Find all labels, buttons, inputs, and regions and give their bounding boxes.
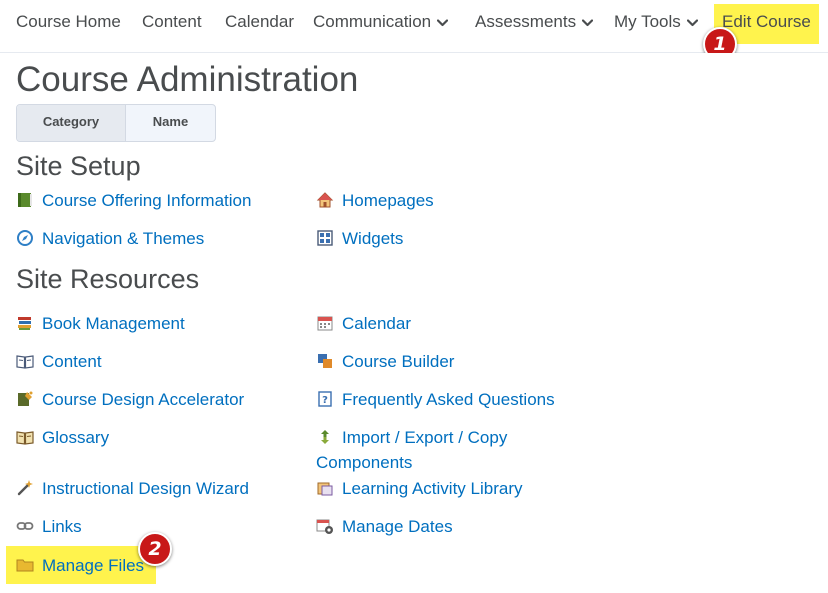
- link-import-export-copy[interactable]: Import / Export / Copy Components: [316, 425, 556, 475]
- link-homepages[interactable]: Homepages: [316, 188, 434, 213]
- nav-calendar[interactable]: Calendar: [225, 0, 294, 44]
- link-label: Frequently Asked Questions: [342, 390, 555, 409]
- link-glossary[interactable]: Glossary: [16, 425, 109, 450]
- link-manage-dates[interactable]: Manage Dates: [316, 514, 453, 539]
- link-book-management[interactable]: Book Management: [16, 311, 185, 336]
- nav-communication-label: Communication: [313, 12, 432, 31]
- step-badge-2-number: 2: [148, 538, 162, 560]
- link-manage-files[interactable]: Manage Files: [16, 553, 144, 578]
- folder-icon: [16, 559, 34, 572]
- link-label: Links: [42, 517, 82, 536]
- site-resources-heading: Site Resources: [16, 264, 200, 294]
- link-label: Instructional Design Wizard: [42, 479, 249, 498]
- nav-content-label: Content: [142, 12, 202, 31]
- link-label: Learning Activity Library: [342, 479, 523, 498]
- toggle-category-label: Category: [42, 114, 100, 129]
- wand-icon: [17, 480, 33, 496]
- link-course-offering-information[interactable]: Course Offering Information: [16, 188, 251, 213]
- chevron-down-icon: [686, 18, 698, 26]
- view-toggle: Category Name: [16, 104, 216, 142]
- widgets-grid-icon: [317, 230, 333, 246]
- link-links[interactable]: Links: [16, 514, 82, 539]
- nav-my-tools[interactable]: My Tools: [614, 0, 698, 44]
- manage-dates-icon: [316, 519, 333, 534]
- nav-content[interactable]: Content: [142, 0, 202, 44]
- link-label: Import / Export / Copy Components: [316, 428, 508, 472]
- nav-assessments[interactable]: Assessments: [475, 0, 594, 44]
- link-course-design-accelerator[interactable]: Course Design Accelerator: [16, 387, 244, 412]
- toggle-category-button[interactable]: Category: [17, 105, 126, 141]
- site-setup-heading: Site Setup: [16, 151, 141, 181]
- nav-my-tools-label: My Tools: [614, 12, 681, 31]
- link-label: Widgets: [342, 229, 404, 248]
- books-stack-icon: [18, 317, 31, 330]
- toggle-name-button[interactable]: Name: [126, 105, 215, 141]
- link-frequently-asked-questions[interactable]: ? Frequently Asked Questions: [316, 387, 555, 412]
- link-label: Navigation & Themes: [42, 229, 205, 248]
- house-icon: [316, 192, 334, 208]
- nav-course-home[interactable]: Course Home: [16, 0, 121, 44]
- link-navigation-themes[interactable]: Navigation & Themes: [16, 226, 204, 251]
- link-label: Manage Dates: [342, 517, 453, 536]
- nav-communication[interactable]: Communication: [313, 0, 449, 44]
- link-label: Calendar: [342, 314, 411, 333]
- link-course-builder[interactable]: Course Builder: [316, 349, 454, 374]
- faq-icon: ?: [318, 391, 332, 407]
- link-label: Content: [42, 352, 102, 371]
- svg-text:?: ?: [322, 395, 328, 406]
- page-title: Course Administration: [16, 60, 359, 99]
- calendar-icon: [317, 316, 333, 331]
- link-label: Course Offering Information: [42, 191, 252, 210]
- link-calendar[interactable]: Calendar: [316, 311, 411, 336]
- chevron-down-icon: [582, 18, 594, 26]
- import-export-icon: [321, 430, 329, 444]
- link-label: Manage Files: [42, 556, 145, 575]
- link-label: Book Management: [42, 314, 185, 333]
- nav-edit-course-label: Edit Course: [722, 12, 811, 31]
- nav-assessments-label: Assessments: [475, 12, 577, 31]
- nav-course-home-label: Course Home: [16, 12, 121, 31]
- link-widgets[interactable]: Widgets: [316, 226, 403, 251]
- glossary-icon: [16, 431, 34, 445]
- activity-library-icon: [317, 482, 333, 496]
- design-accelerator-icon: [18, 391, 33, 406]
- step-badge-2: 2: [138, 532, 172, 566]
- link-label: Course Design Accelerator: [42, 390, 245, 409]
- chain-link-icon: [16, 522, 34, 530]
- compass-icon: [17, 230, 33, 246]
- link-label: Glossary: [42, 428, 110, 447]
- open-book-icon: [16, 355, 34, 369]
- link-label: Course Builder: [342, 352, 455, 371]
- book-icon: [18, 193, 32, 207]
- link-instructional-design-wizard[interactable]: Instructional Design Wizard: [16, 476, 249, 501]
- link-learning-activity-library[interactable]: Learning Activity Library: [316, 476, 522, 501]
- link-label: Homepages: [342, 191, 434, 210]
- toggle-name-label: Name: [152, 114, 189, 129]
- nav-calendar-label: Calendar: [225, 12, 294, 31]
- chevron-down-icon: [437, 18, 449, 26]
- course-builder-icon: [318, 354, 332, 368]
- step-badge-1-number: 1: [713, 33, 727, 55]
- link-content[interactable]: Content: [16, 349, 102, 374]
